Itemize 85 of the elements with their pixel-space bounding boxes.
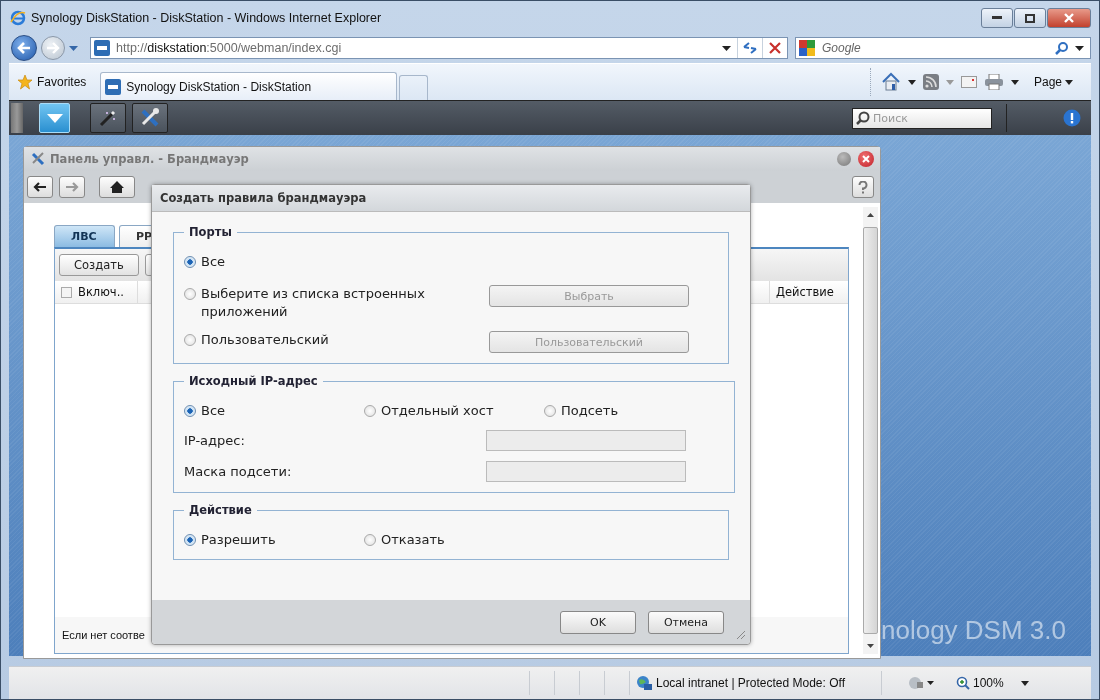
home-icon[interactable] (880, 72, 901, 92)
forward-button[interactable] (59, 176, 85, 198)
dropdown-caret-icon[interactable] (1075, 45, 1084, 51)
minimize-icon (992, 16, 1002, 20)
close-button[interactable] (858, 151, 874, 167)
radio-option[interactable]: Все (184, 402, 364, 420)
back-button[interactable] (11, 35, 37, 61)
field-label: IP-адрес: (184, 433, 246, 448)
desktop-logo: nology DSM 3.0 (881, 615, 1066, 646)
notification-icon[interactable] (1063, 109, 1081, 127)
feed-icon[interactable] (922, 74, 939, 90)
checkbox[interactable] (61, 286, 72, 298)
scroll-down-icon[interactable] (867, 644, 874, 648)
close-icon (1064, 13, 1074, 23)
close-button[interactable] (1047, 8, 1091, 28)
security-zone[interactable]: Local intranet | Protected Mode: Off (630, 671, 882, 695)
footer-note: Если нет соотве (62, 629, 145, 641)
arrow-left-icon (33, 182, 47, 192)
google-logo-icon (798, 39, 816, 57)
section-title: Исходный IP-адрес (188, 374, 319, 388)
protected-mode-icon[interactable] (908, 676, 934, 690)
maximize-button[interactable] (1014, 8, 1046, 28)
search-field[interactable]: Google (795, 37, 1091, 59)
mail-icon[interactable] (960, 76, 977, 88)
arrow-right-icon (65, 182, 79, 192)
triangle-down-icon (46, 113, 63, 123)
radio-option[interactable]: Пользовательский (184, 331, 489, 349)
site-icon (94, 40, 110, 56)
tools-icon (30, 151, 46, 167)
home-button[interactable] (99, 176, 135, 198)
column-header[interactable]: Действие (770, 281, 848, 303)
window-title: Synology DiskStation - DiskStation - Windows Internet Explorer (31, 11, 382, 25)
caret-icon (1020, 680, 1029, 686)
help-button[interactable] (852, 176, 874, 198)
search-icon (856, 111, 870, 125)
close-icon (862, 155, 870, 163)
arrow-left-icon (17, 42, 31, 54)
back-button[interactable] (27, 176, 53, 198)
zoom-level[interactable]: 100% (946, 676, 1029, 690)
radio-option[interactable]: Отдельный хост (364, 402, 544, 420)
main-menu-button[interactable] (39, 103, 70, 133)
search-icon[interactable] (1055, 41, 1069, 55)
radio-option[interactable]: Все (184, 253, 489, 271)
caret-icon (1065, 79, 1073, 85)
dropdown-caret-icon[interactable] (722, 45, 731, 51)
radio-option[interactable]: Выберите из списка встроенных приложений (184, 285, 489, 321)
radio-option[interactable]: Разрешить (184, 531, 364, 549)
site-icon (105, 78, 122, 95)
zoom-icon (956, 676, 970, 690)
tab[interactable]: ЛВС (54, 225, 115, 247)
window-title: Панель управл. - Брандмауэр (50, 152, 249, 166)
arrow-right-icon (46, 42, 60, 54)
dialog-title: Создать правила брандмауэра (160, 191, 367, 205)
dropdown-caret-icon[interactable] (907, 79, 916, 85)
address-field[interactable]: http://diskstation:5000/webman/index.cgi (90, 37, 788, 59)
tools-icon (139, 107, 161, 129)
browser-logo-icon (10, 10, 26, 26)
home-icon (110, 181, 124, 193)
taskbar-handle[interactable] (11, 103, 23, 133)
scroll-up-icon[interactable] (867, 213, 874, 217)
history-caret-icon[interactable] (69, 45, 78, 51)
printer-icon[interactable] (983, 74, 1004, 90)
dialog-button[interactable]: Отмена (648, 610, 724, 634)
browser-tab[interactable]: Synology DiskStation - DiskStation (100, 72, 398, 100)
dialog-button[interactable]: OK (560, 610, 636, 634)
dropdown-caret-icon[interactable] (1010, 79, 1019, 85)
create-button[interactable]: Создать (59, 254, 139, 276)
field-label: Маска подсети: (184, 464, 293, 479)
column-label: Включ.. (78, 285, 124, 299)
wand-button[interactable] (90, 103, 126, 133)
page-menu[interactable]: Page (1033, 75, 1073, 89)
wand-icon (98, 108, 118, 128)
favorites-button[interactable]: Favorites (9, 66, 101, 98)
minimize-button[interactable] (981, 8, 1013, 28)
star-icon (17, 74, 33, 90)
radio-option[interactable]: Отказать (364, 531, 544, 549)
section-title: Порты (188, 225, 233, 239)
column-header[interactable]: Включ.. (55, 281, 138, 303)
resize-grip-icon[interactable] (736, 630, 746, 640)
tools-button[interactable] (132, 103, 168, 133)
help-icon (858, 180, 868, 194)
maximize-icon (1025, 13, 1035, 23)
globe-icon (636, 675, 652, 691)
section-title: Действие (188, 503, 253, 517)
radio-option[interactable]: Подсеть (544, 402, 724, 420)
